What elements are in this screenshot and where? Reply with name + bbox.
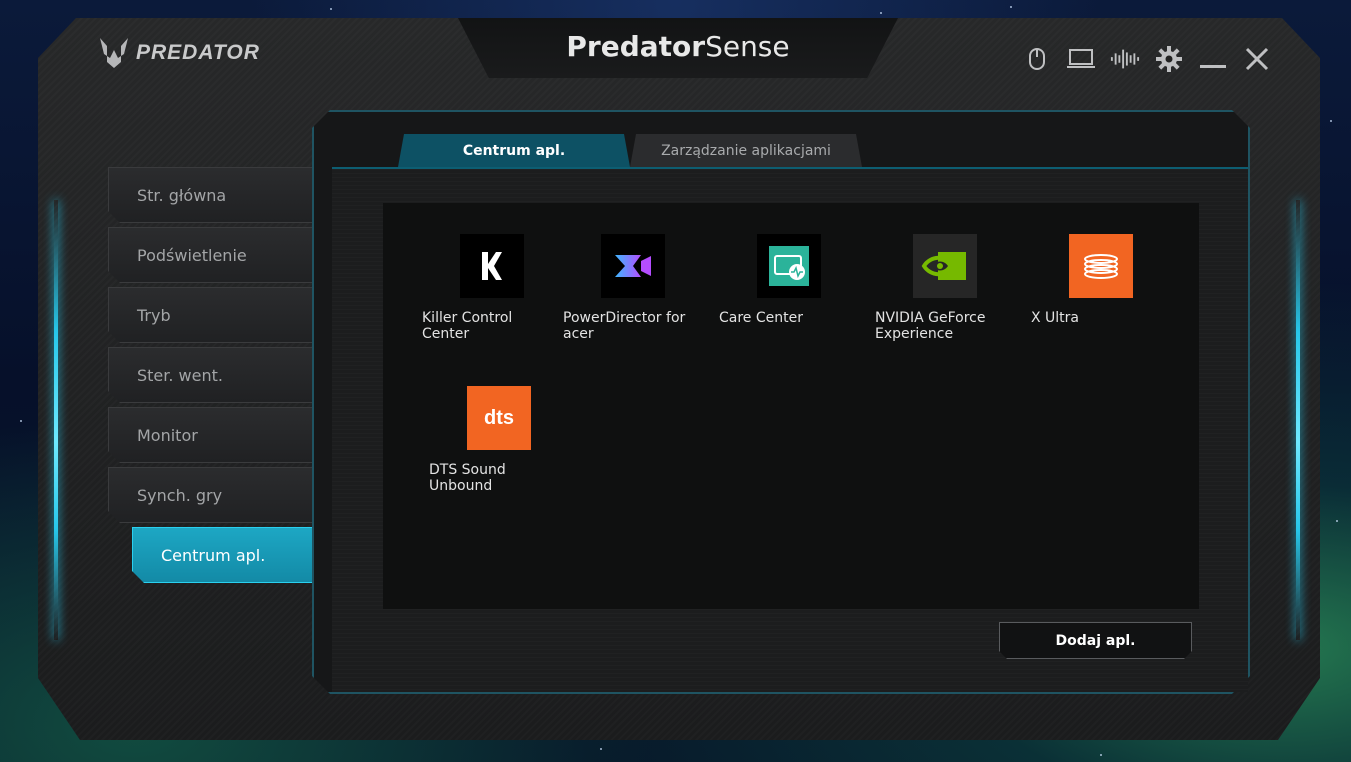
sidebar-item-fan-control[interactable]: Ster. went. <box>108 347 332 403</box>
nvidia-icon <box>913 234 977 298</box>
app-tile-dts[interactable]: dts DTS Sound Unbound <box>429 386 569 494</box>
app-label: PowerDirector for acer <box>563 310 686 342</box>
sidebar: Str. główna Podświetlenie Tryb Ster. wen… <box>108 167 332 587</box>
sidebar-item-label: Monitor <box>137 425 198 445</box>
app-grid: Killer Control Center PowerDirector for … <box>383 203 1199 609</box>
app-tile-x-ultra[interactable]: X Ultra <box>1031 234 1171 326</box>
add-app-button-label: Dodaj apl. <box>1055 632 1136 649</box>
sidebar-item-lighting[interactable]: Podświetlenie <box>108 227 332 283</box>
minimize-icon[interactable] <box>1198 44 1228 74</box>
tab-bar: Centrum apl. Zarządzanie aplikacjami <box>398 134 862 167</box>
sidebar-item-label: Tryb <box>137 305 171 325</box>
app-title-part2: Sense <box>705 30 790 63</box>
window-controls <box>1022 44 1272 74</box>
app-label: X Ultra <box>1031 310 1080 326</box>
app-title-part1: Predator <box>566 30 706 63</box>
sidebar-item-label: Synch. gry <box>137 485 223 505</box>
sidebar-item-home[interactable]: Str. główna <box>108 167 332 223</box>
mouse-icon[interactable] <box>1022 44 1052 74</box>
app-label: DTS Sound Unbound <box>429 462 506 494</box>
tab-label: Zarządzanie aplikacjami <box>661 142 831 159</box>
close-icon[interactable] <box>1242 44 1272 74</box>
laptop-icon[interactable] <box>1066 44 1096 74</box>
app-tile-nvidia[interactable]: NVIDIA GeForce Experience <box>875 234 1015 342</box>
sidebar-item-game-sync[interactable]: Synch. gry <box>108 467 332 523</box>
sidebar-item-monitor[interactable]: Monitor <box>108 407 332 463</box>
sidebar-item-mode[interactable]: Tryb <box>108 287 332 343</box>
app-tile-killer[interactable]: Killer Control Center <box>422 234 562 342</box>
tab-app-management[interactable]: Zarządzanie aplikacjami <box>630 134 862 167</box>
tab-label: Centrum apl. <box>462 142 566 159</box>
app-label: Killer Control Center <box>422 310 513 342</box>
app-tile-care-center[interactable]: Care Center <box>719 234 859 326</box>
x-ultra-icon <box>1069 234 1133 298</box>
gear-icon[interactable] <box>1154 44 1184 74</box>
app-title: PredatorSense <box>478 30 878 63</box>
app-label: Care Center <box>719 310 803 326</box>
dts-icon: dts <box>467 386 531 450</box>
powerdirector-icon <box>601 234 665 298</box>
right-edge-glow <box>1296 200 1300 640</box>
sidebar-item-app-center[interactable]: Centrum apl. <box>132 527 332 583</box>
predator-logo: PREDATOR <box>98 36 260 70</box>
sidebar-item-label: Ster. went. <box>137 365 223 385</box>
audio-wave-icon[interactable] <box>1110 44 1140 74</box>
killer-icon <box>460 234 524 298</box>
svg-text:dts: dts <box>484 407 514 429</box>
left-edge-glow <box>54 200 58 640</box>
brand-text: PREDATOR <box>136 41 260 64</box>
add-app-button[interactable]: Dodaj apl. <box>999 622 1192 659</box>
tab-app-center[interactable]: Centrum apl. <box>398 134 630 167</box>
app-label: NVIDIA GeForce Experience <box>875 310 986 342</box>
predator-emblem-icon <box>100 38 128 68</box>
sidebar-item-label: Podświetlenie <box>137 245 247 265</box>
app-tile-powerdirector[interactable]: PowerDirector for acer <box>563 234 703 342</box>
sidebar-item-label: Str. główna <box>137 185 227 205</box>
sidebar-item-label: Centrum apl. <box>161 545 266 565</box>
care-center-icon <box>757 234 821 298</box>
